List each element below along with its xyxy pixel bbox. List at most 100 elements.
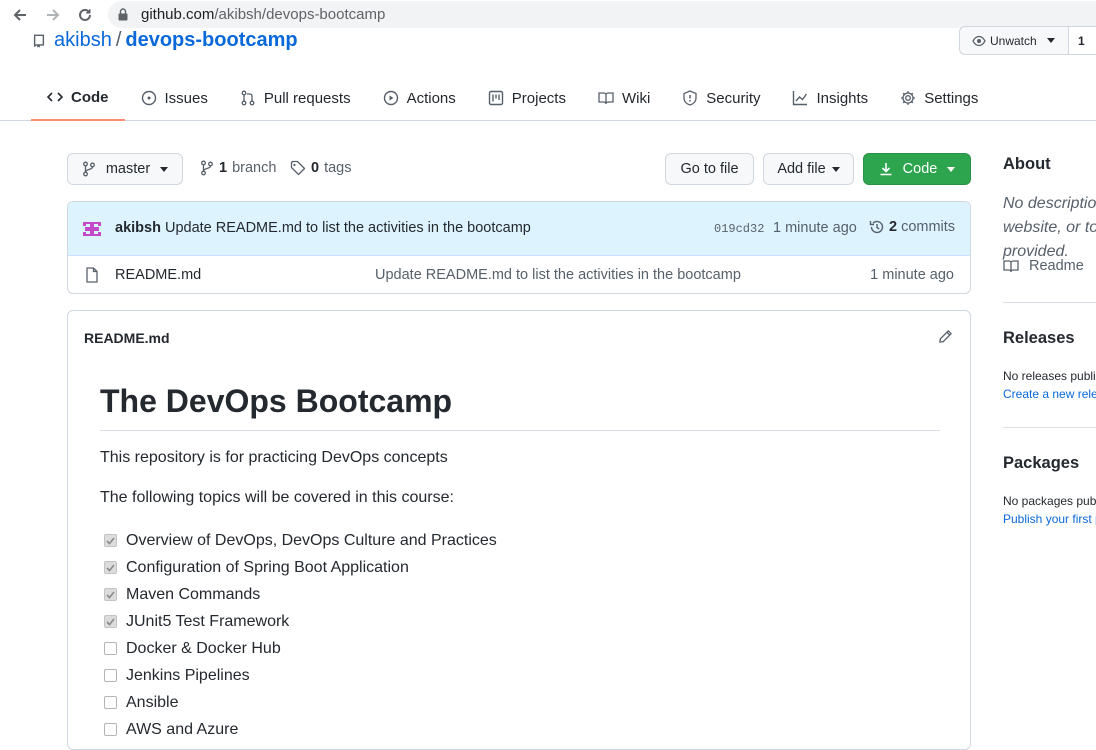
watch-count[interactable]: 1 xyxy=(1068,26,1096,55)
publish-package-link[interactable]: Publish your first package xyxy=(1003,512,1096,526)
about-heading: About xyxy=(1003,155,1051,173)
table-row: README.md Update README.md to list the a… xyxy=(68,256,970,293)
commits-link[interactable]: 2 commits xyxy=(869,219,955,235)
tab-insights[interactable]: Insights xyxy=(776,75,884,121)
tab-security-label: Security xyxy=(706,89,761,107)
tab-actions-label: Actions xyxy=(406,89,456,107)
url-host: github.com xyxy=(141,6,215,23)
task-label: Docker & Docker Hub xyxy=(126,639,281,657)
file-name-link[interactable]: README.md xyxy=(115,267,201,283)
tab-wiki[interactable]: Wiki xyxy=(582,75,666,121)
url-path: /akibsh/devops-bootcamp xyxy=(214,6,386,23)
browser-toolbar: github.com/akibsh/devops-bootcamp xyxy=(0,0,1096,30)
chevron-down-icon xyxy=(1046,38,1055,43)
repo-name-link[interactable]: devops-bootcamp xyxy=(125,29,297,52)
list-item: JUnit5 Test Framework xyxy=(104,608,497,635)
tab-code[interactable]: Code xyxy=(31,75,125,121)
branch-icon xyxy=(82,161,96,177)
tags-link[interactable]: 0 tags xyxy=(290,160,352,176)
code-download-button[interactable]: Code xyxy=(863,153,971,185)
unwatch-button[interactable]: Unwatch xyxy=(959,26,1069,55)
sidebar-divider xyxy=(1003,427,1096,428)
tag-icon xyxy=(290,160,306,176)
avatar[interactable] xyxy=(81,218,103,240)
tag-word: tags xyxy=(324,160,352,176)
commit-time: 1 minute ago xyxy=(773,220,857,236)
repo-tabs: Code Issues Pull requests Actions Projec… xyxy=(31,75,994,121)
task-label: AWS and Azure xyxy=(126,720,239,738)
pencil-icon[interactable] xyxy=(938,329,953,344)
list-item: Jenkins Pipelines xyxy=(104,662,497,689)
repo-separator: / xyxy=(115,29,122,51)
back-arrow-icon[interactable] xyxy=(9,4,31,26)
task-label: Maven Commands xyxy=(126,585,261,603)
checkbox-checked xyxy=(104,534,117,547)
checkbox-unchecked xyxy=(104,642,117,655)
readme-heading: The DevOps Bootcamp xyxy=(100,381,940,431)
task-list: Overview of DevOps, DevOps Culture and P… xyxy=(104,527,497,743)
readme-link[interactable]: Readme xyxy=(1003,258,1084,274)
project-icon xyxy=(488,90,504,106)
about-description: No description, website, or topics provi… xyxy=(1003,195,1096,260)
add-file-button[interactable]: Add file xyxy=(763,153,854,185)
tab-actions[interactable]: Actions xyxy=(367,75,472,121)
tab-security[interactable]: Security xyxy=(666,75,776,121)
list-item: Maven Commands xyxy=(104,581,497,608)
unwatch-label: Unwatch xyxy=(990,33,1037,48)
go-to-file-label: Go to file xyxy=(680,161,739,177)
go-to-file-button[interactable]: Go to file xyxy=(665,153,754,185)
task-label: Jenkins Pipelines xyxy=(126,666,250,684)
tab-settings[interactable]: Settings xyxy=(884,75,994,121)
releases-empty-text: No releases published xyxy=(1003,369,1096,383)
packages-heading[interactable]: Packages xyxy=(1003,454,1079,473)
readme-intro: This repository is for practicing DevOps… xyxy=(100,449,448,466)
list-item: Docker & Docker Hub xyxy=(104,635,497,662)
readme-file-title[interactable]: README.md xyxy=(84,330,170,346)
branch-icon xyxy=(200,160,214,176)
checkbox-checked xyxy=(104,561,117,574)
branch-count: 1 xyxy=(219,160,228,176)
readme-link-label: Readme xyxy=(1029,258,1084,274)
play-icon xyxy=(383,90,399,106)
tab-settings-label: Settings xyxy=(924,89,979,107)
file-commit-time: 1 minute ago xyxy=(870,267,954,283)
tab-pull-requests[interactable]: Pull requests xyxy=(224,75,367,121)
latest-commit-bar: akibsh Update README.md to list the acti… xyxy=(68,202,970,256)
commit-count: 2 xyxy=(889,219,898,235)
file-commit-message[interactable]: Update README.md to list the activities … xyxy=(375,267,741,283)
commit-sha[interactable]: 019cd32 xyxy=(714,222,764,236)
tab-wiki-label: Wiki xyxy=(621,89,651,107)
packages-empty-text: No packages published xyxy=(1003,494,1096,508)
file-list: akibsh Update README.md to list the acti… xyxy=(67,201,971,294)
commit-message-text[interactable]: Update README.md to list the activities … xyxy=(165,220,531,236)
commit-count-word: commits xyxy=(901,219,956,235)
book-icon xyxy=(1003,258,1019,274)
download-icon xyxy=(879,162,893,176)
branch-select-button[interactable]: master xyxy=(67,153,183,185)
chevron-down-icon xyxy=(947,166,956,172)
sidebar-divider xyxy=(1003,302,1096,303)
reload-icon[interactable] xyxy=(74,4,96,26)
history-icon xyxy=(869,219,885,235)
readme-topics-intro: The following topics will be covered in … xyxy=(100,489,454,506)
tab-projects[interactable]: Projects xyxy=(472,75,582,121)
create-release-link[interactable]: Create a new release xyxy=(1003,387,1096,401)
forward-arrow-icon[interactable] xyxy=(42,4,64,26)
checkbox-unchecked xyxy=(104,696,117,709)
branches-link[interactable]: 1 branch xyxy=(200,160,276,176)
commit-author[interactable]: akibsh xyxy=(115,220,161,236)
branch-name: master xyxy=(105,161,151,177)
file-icon xyxy=(85,267,99,283)
checkbox-checked xyxy=(104,588,117,601)
tab-issues[interactable]: Issues xyxy=(125,75,224,121)
pull-request-icon xyxy=(240,90,256,106)
repo-title: akibsh / devops-bootcamp xyxy=(32,29,298,52)
lock-icon xyxy=(118,8,128,21)
repo-owner-link[interactable]: akibsh xyxy=(54,29,112,52)
releases-heading[interactable]: Releases xyxy=(1003,329,1075,348)
chevron-down-icon xyxy=(831,166,840,172)
list-item: Ansible xyxy=(104,689,497,716)
repo-header: akibsh / devops-bootcamp Unwatch 1 Code Is… xyxy=(0,26,1096,121)
checkbox-unchecked xyxy=(104,669,117,682)
list-item: Overview of DevOps, DevOps Culture and P… xyxy=(104,527,497,554)
